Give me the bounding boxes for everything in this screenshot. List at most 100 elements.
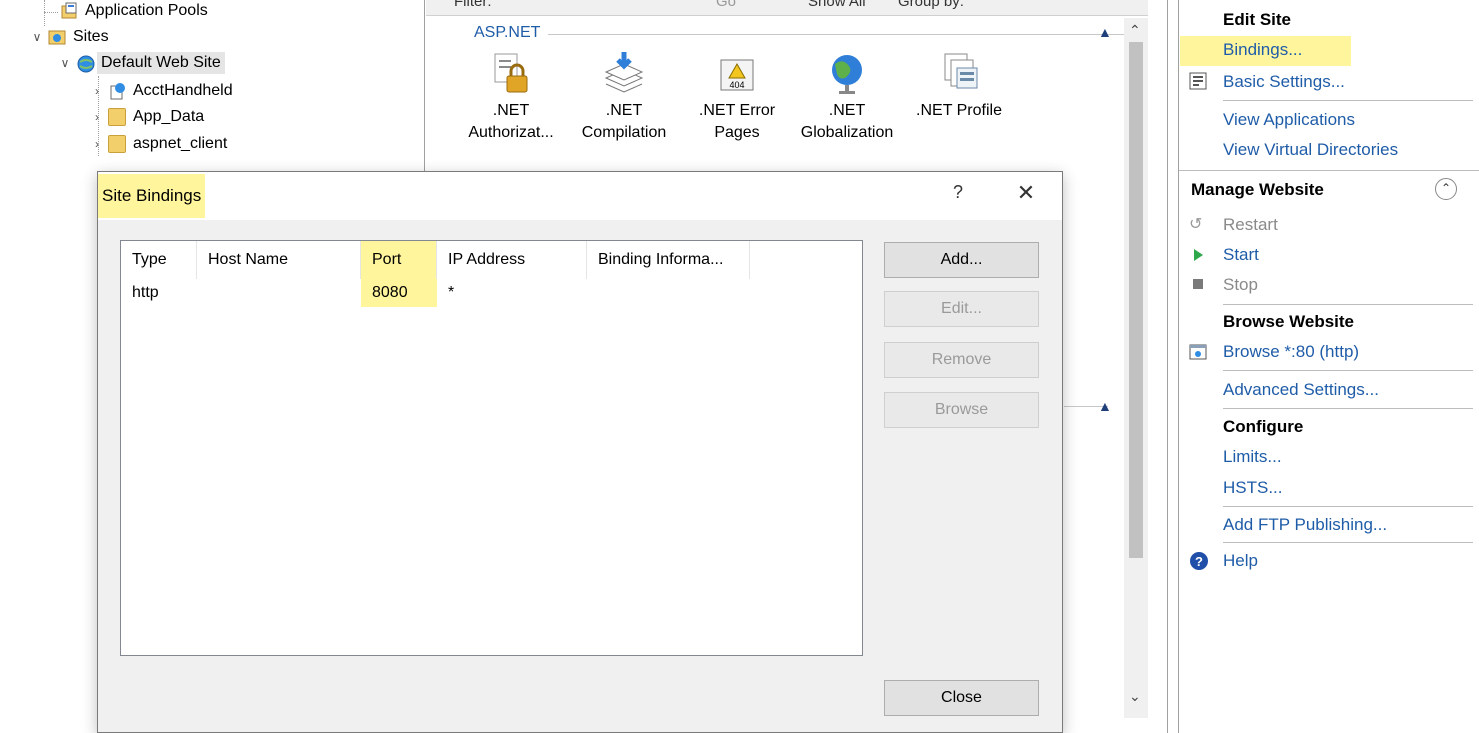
separator (1223, 408, 1473, 409)
cell-binding-information (587, 279, 750, 307)
globe-icon (832, 55, 862, 94)
globe-site-icon (76, 54, 95, 73)
basic-settings-link[interactable]: Basic Settings... (1223, 72, 1345, 92)
manage-website-heading: Manage Website (1191, 180, 1324, 199)
help-link[interactable]: Help (1223, 551, 1258, 571)
separator (1223, 506, 1473, 507)
separator (1223, 370, 1473, 371)
separator (1223, 100, 1473, 101)
chevron-down-icon[interactable]: ∨ (30, 30, 44, 44)
help-button[interactable]: ? (938, 182, 978, 203)
folder-icon (108, 108, 126, 126)
close-icon[interactable]: ✕ (1006, 180, 1046, 210)
feature-label-line1: .NET Error (698, 102, 776, 119)
edit-site-heading: Edit Site (1223, 10, 1292, 29)
svg-text:?: ? (1195, 554, 1203, 569)
cell-port: 8080 (372, 284, 408, 301)
feature-label-line1: .NET Profile (916, 102, 1002, 119)
tree-item-label: aspnet_client (133, 135, 228, 152)
chevron-right-icon[interactable]: › (90, 137, 104, 151)
feature-label-line2: Pages (714, 124, 760, 141)
browse-website-heading: Browse Website (1223, 312, 1355, 331)
feature-label-line1: .NET (492, 102, 530, 119)
column-header-binding-information[interactable]: Binding Informa... (587, 241, 750, 279)
tree-item-application-pools[interactable]: Application Pools (56, 0, 212, 24)
tree-item-label: AcctHandheld (133, 82, 233, 99)
folder-icon (108, 135, 126, 153)
tree-guide-line (44, 0, 45, 26)
filter-label: Filter: (454, 0, 492, 10)
show-all-button[interactable]: Show All (808, 0, 866, 10)
dialog-titlebar[interactable]: Site Bindings ? ✕ (98, 172, 1062, 220)
cell-type: http (132, 284, 159, 301)
chevron-down-icon[interactable]: ∨ (58, 56, 72, 70)
column-header-type[interactable]: Type (121, 241, 197, 279)
group-header-aspnet: ASP.NET (474, 24, 541, 41)
feature-net-compilation[interactable]: .NET Compilation (569, 50, 679, 144)
feature-label-line2: Compilation (581, 124, 667, 141)
go-button[interactable]: Go (716, 0, 736, 10)
browse-button[interactable]: Browse (884, 392, 1039, 428)
tree-item-default-web-site[interactable]: ∨ Default Web Site (58, 50, 225, 76)
hsts-link[interactable]: HSTS... (1223, 478, 1283, 498)
collapse-group-icon[interactable]: ▲ (1098, 398, 1112, 414)
feature-net-globalization[interactable]: .NET Globalization (792, 50, 902, 144)
collapse-section-icon[interactable]: ⌃ (1435, 178, 1457, 200)
chevron-right-icon[interactable]: › (90, 84, 104, 98)
column-header-ip-address[interactable]: IP Address (437, 241, 587, 279)
stack-arrow-icon (604, 52, 644, 93)
browse-port-link[interactable]: Browse *:80 (http) (1223, 342, 1359, 362)
feature-net-authorization[interactable]: .NET Authorizat... (456, 50, 566, 144)
limits-link[interactable]: Limits... (1223, 447, 1282, 467)
warning-404-icon: 404 (720, 59, 754, 91)
view-applications-link[interactable]: View Applications (1223, 110, 1355, 130)
feature-net-profile[interactable]: .NET Profile (904, 50, 1014, 122)
restart-link[interactable]: Restart (1223, 215, 1278, 235)
feature-net-error-pages[interactable]: 404 .NET Error Pages (682, 50, 792, 144)
profile-window-icon (944, 53, 978, 89)
scroll-down-icon[interactable]: ⌄ (1129, 688, 1141, 705)
remove-button[interactable]: Remove (884, 342, 1039, 378)
bindings-list[interactable]: Type Host Name Port IP Address Binding I… (120, 240, 863, 656)
feature-label-line2: Globalization (800, 124, 894, 141)
site-bindings-dialog: Site Bindings ? ✕ Type Host Name Port IP… (97, 171, 1063, 733)
advanced-settings-link[interactable]: Advanced Settings... (1223, 380, 1379, 400)
bindings-link[interactable]: Bindings... (1223, 40, 1302, 60)
section-divider (1179, 170, 1479, 171)
add-ftp-publishing-link[interactable]: Add FTP Publishing... (1223, 515, 1387, 535)
close-button[interactable]: Close (884, 680, 1039, 716)
tree-item-app-data[interactable]: › App_Data (90, 104, 208, 130)
column-header-port[interactable]: Port (361, 241, 437, 279)
actions-pane: Edit Site Bindings... Basic Settings... … (1178, 0, 1479, 733)
tree-item-accthandheld[interactable]: › AcctHandheld (90, 78, 237, 104)
scrollbar-thumb[interactable] (1129, 42, 1143, 558)
stop-icon (1193, 279, 1203, 289)
tree-item-sites[interactable]: ∨ Sites (30, 24, 113, 50)
stop-link[interactable]: Stop (1223, 275, 1258, 295)
help-icon: ? (1190, 552, 1208, 570)
feature-label-line1: .NET (605, 102, 643, 119)
tree-item-aspnet-client[interactable]: › aspnet_client (90, 131, 231, 157)
sites-folder-icon (48, 28, 66, 46)
application-pools-icon (60, 2, 78, 20)
basic-settings-icon (1189, 72, 1207, 90)
scroll-up-icon[interactable]: ⌃ (1129, 22, 1141, 39)
group-by-dropdown[interactable]: Group by: (898, 0, 964, 10)
tree-item-label: Default Web Site (97, 52, 225, 74)
lock-document-icon (494, 53, 528, 93)
start-icon (1194, 249, 1203, 261)
column-header-host-name[interactable]: Host Name (197, 241, 361, 279)
cell-host-name (197, 279, 361, 307)
vertical-scrollbar[interactable]: ⌃ ⌄ (1124, 18, 1148, 718)
configure-heading: Configure (1223, 417, 1304, 436)
edit-button[interactable]: Edit... (884, 291, 1039, 327)
dialog-title: Site Bindings (98, 174, 206, 218)
collapse-group-icon[interactable]: ▲ (1098, 24, 1112, 40)
tree-item-label: Sites (73, 28, 109, 45)
feature-label-line1: .NET (828, 102, 866, 119)
start-link[interactable]: Start (1223, 245, 1259, 265)
add-button[interactable]: Add... (884, 242, 1039, 278)
chevron-right-icon[interactable]: › (90, 110, 104, 124)
view-virtual-directories-link[interactable]: View Virtual Directories (1223, 140, 1398, 160)
filter-toolbar: Filter: Go Show All Group by: (426, 0, 1148, 16)
